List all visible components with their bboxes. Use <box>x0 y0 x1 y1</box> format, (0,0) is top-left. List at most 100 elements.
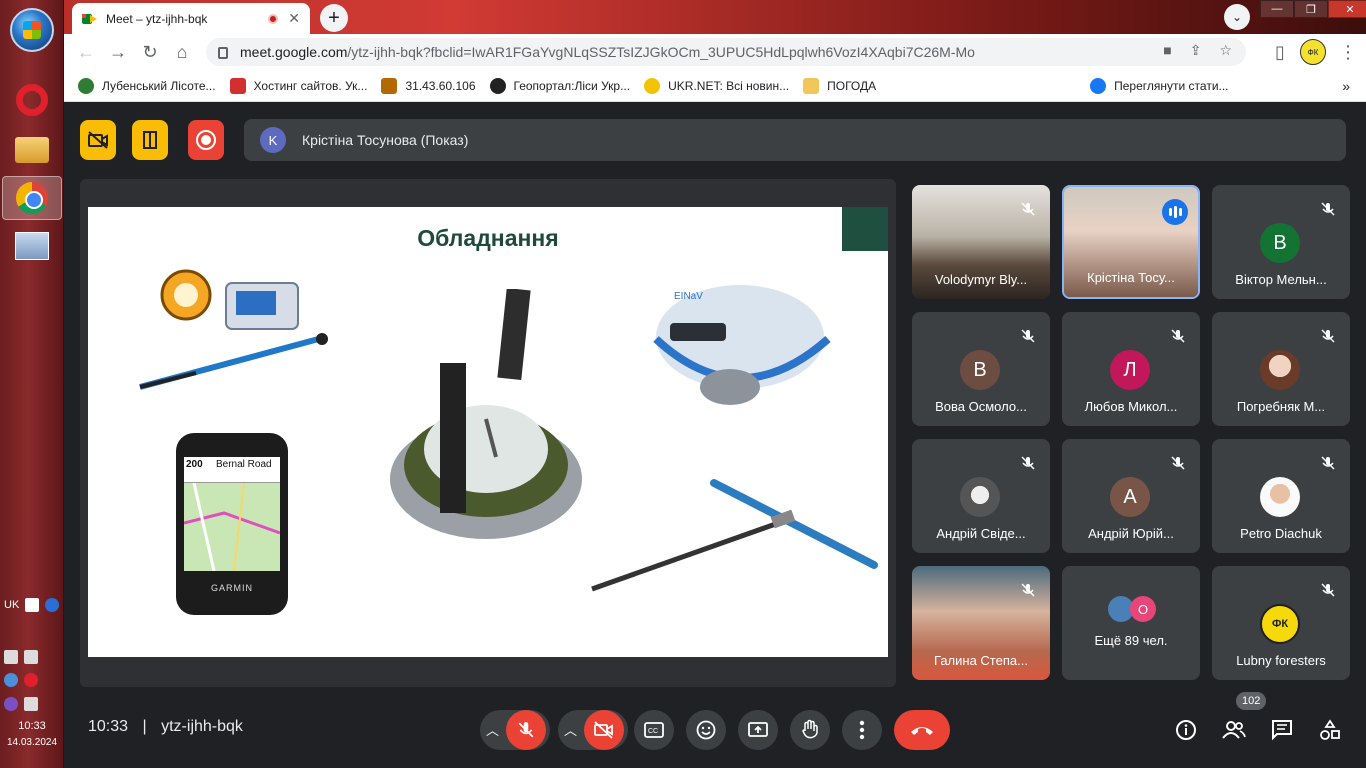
participant-name: Petro Diachuk <box>1240 526 1322 541</box>
captions-button[interactable]: CC <box>634 710 674 750</box>
address-bar[interactable]: meet.google.com/ytz-ijhh-bqk?fbclid=IwAR… <box>206 38 1246 66</box>
display-icon[interactable] <box>24 697 38 711</box>
viber-icon[interactable] <box>4 697 18 711</box>
menu-icon[interactable]: ⋮ <box>1332 36 1364 68</box>
chevron-up-icon[interactable]: ︿ <box>486 720 499 739</box>
language-indicator[interactable]: UK <box>4 599 19 611</box>
gnss-receiver-image: EINaV <box>653 285 831 405</box>
slide-title: Обладнання <box>417 225 559 251</box>
chat-button[interactable] <box>1266 714 1298 746</box>
chevron-down-icon[interactable]: ⌄ <box>1224 4 1250 30</box>
participant-tile[interactable]: Крістіна Тосу... <box>1062 185 1200 299</box>
bookmark-item[interactable]: Лубенський Лісоте... <box>78 77 216 94</box>
presenter-label: Крістіна Тосунова (Показ) <box>302 132 469 148</box>
window-close-button[interactable]: ✕ <box>1328 0 1366 18</box>
host-video-off-button[interactable] <box>80 120 116 160</box>
camera-icon[interactable]: ■ <box>1163 42 1171 59</box>
mic-off-icon <box>518 722 534 738</box>
info-icon <box>1176 720 1196 740</box>
presentation-stage[interactable]: Обладнання 200 Bernal Road GARMIN EINaV <box>80 179 896 687</box>
participant-tile[interactable]: Погребняк М... <box>1212 312 1350 426</box>
participant-name: Андрій Юрій... <box>1088 526 1174 541</box>
microphone-button[interactable] <box>506 710 546 750</box>
separator: | <box>142 718 147 735</box>
recording-button[interactable] <box>188 120 224 160</box>
start-button[interactable] <box>10 8 54 52</box>
tray-app-icon[interactable] <box>4 673 18 687</box>
tab-strip: Meet – ytz-ijhh-bqk ✕ + ⌄ — ❐ ✕ <box>64 0 1366 34</box>
meet-icon <box>82 12 98 26</box>
participant-tile[interactable]: Л Любов Микол... <box>1062 312 1200 426</box>
taskbar-explorer[interactable] <box>2 128 62 172</box>
host-controls-button[interactable] <box>132 120 168 160</box>
meeting-code: ytz-ijhh-bqk <box>161 718 243 735</box>
more-participants-tile[interactable]: О Ещё 89 чел. <box>1062 566 1200 680</box>
meeting-details-button[interactable] <box>1170 714 1202 746</box>
back-button[interactable]: ← <box>70 36 102 68</box>
star-icon[interactable]: ☆ <box>1219 42 1232 59</box>
participant-tile[interactable]: В Віктор Мельн... <box>1212 185 1350 299</box>
people-button[interactable] <box>1218 714 1250 746</box>
tray-opera-icon[interactable] <box>24 673 38 687</box>
gps-road-name: Bernal Road <box>216 459 272 470</box>
present-now-button[interactable] <box>738 710 778 750</box>
url-path: /ytz-ijhh-bqk?fbclid=IwAR1FGaYvgNLqSSZTs… <box>347 44 975 60</box>
share-icon[interactable]: ⇪ <box>1190 42 1202 59</box>
more-bookmarks-button[interactable]: » <box>1342 78 1350 94</box>
participant-tile[interactable]: ФК Lubny foresters <box>1212 566 1350 680</box>
lock-icon[interactable] <box>218 47 228 59</box>
leave-call-button[interactable] <box>894 710 950 750</box>
clock-time[interactable]: 10:33 <box>0 720 64 732</box>
network-icon[interactable] <box>4 650 18 664</box>
participant-tile[interactable]: Volodymyr Bly... <box>912 185 1050 299</box>
emoji-icon <box>696 720 716 740</box>
bookmark-item[interactable]: UKR.NET: Всі новин... <box>644 77 789 94</box>
sidebar-icon[interactable]: ▯ <box>1264 36 1296 68</box>
volume-icon[interactable] <box>24 650 38 664</box>
participant-tile[interactable]: А Андрій Юрій... <box>1062 439 1200 553</box>
new-tab-button[interactable]: + <box>320 4 348 32</box>
bookmark-item[interactable]: 31.43.60.106 <box>381 77 476 94</box>
taskbar-opera[interactable] <box>2 78 62 122</box>
activities-button[interactable] <box>1314 714 1346 746</box>
tab-meet[interactable]: Meet – ytz-ijhh-bqk ✕ <box>72 3 310 34</box>
avatar: Л <box>1110 350 1150 390</box>
participant-tile[interactable]: Галина Степа... <box>912 566 1050 680</box>
soil-probe-image <box>591 479 878 592</box>
profile-avatar[interactable]: ФК <box>1300 39 1326 65</box>
clock-date[interactable]: 14.03.2024 <box>0 737 64 748</box>
taskbar-app[interactable] <box>2 224 62 268</box>
taskbar-chrome[interactable] <box>2 176 62 220</box>
chevron-up-icon[interactable]: ︿ <box>564 720 577 739</box>
more-options-button[interactable] <box>842 710 882 750</box>
bookmark-item[interactable]: Геопортал:Ліси Укр... <box>489 77 630 94</box>
door-icon <box>143 131 157 149</box>
reactions-button[interactable] <box>686 710 726 750</box>
mic-off-icon <box>1021 202 1035 216</box>
bookmark-item[interactable]: ПОГОДА <box>803 77 876 94</box>
gps-distance: 200 <box>186 459 203 470</box>
participant-tile[interactable]: Petro Diachuk <box>1212 439 1350 553</box>
bookmark-item[interactable]: Переглянути стати... <box>1090 77 1229 94</box>
reload-button[interactable]: ↻ <box>134 36 166 68</box>
participant-tile[interactable]: В Вова Осмоло... <box>912 312 1050 426</box>
more-vert-icon <box>859 720 865 740</box>
avatar <box>1260 350 1300 390</box>
participant-tile[interactable]: Андрій Свіде... <box>912 439 1050 553</box>
minimize-button[interactable]: — <box>1260 0 1294 18</box>
forward-button[interactable]: → <box>102 36 134 68</box>
avatar: K <box>260 127 286 153</box>
svg-text:CC: CC <box>648 728 658 735</box>
keyboard-icon[interactable] <box>25 598 40 612</box>
help-icon[interactable] <box>45 598 60 612</box>
close-icon[interactable]: ✕ <box>288 10 300 27</box>
maximize-button[interactable]: ❐ <box>1294 0 1328 18</box>
home-button[interactable]: ⌂ <box>166 36 198 68</box>
mic-off-icon <box>1321 329 1335 343</box>
bookmark-favicon <box>381 77 398 94</box>
bookmark-favicon <box>644 77 661 94</box>
people-count-badge: 102 <box>1236 692 1267 710</box>
raise-hand-button[interactable] <box>790 710 830 750</box>
camera-button[interactable] <box>584 710 624 750</box>
bookmark-item[interactable]: Хостинг сайтов. Ук... <box>229 77 367 94</box>
